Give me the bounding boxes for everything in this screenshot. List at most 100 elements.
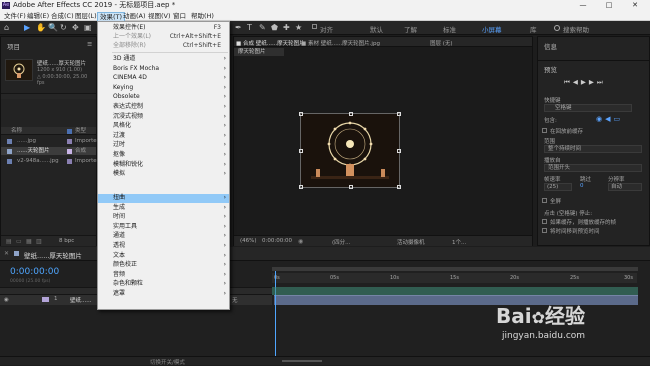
column-type[interactable]: 类型 [75,127,86,135]
project-row[interactable]: ......天轮图片 合成 [1,147,96,155]
type-tool-icon[interactable]: T [247,23,252,32]
menu-item-boris-fx-mocha[interactable]: Boris FX Mocha › [98,65,229,74]
menu-item-stylize[interactable]: 风格化 › [98,122,229,131]
maximize-button[interactable]: □ [598,0,620,11]
hand-tool-icon[interactable]: ✋ [36,23,46,32]
resolution-dropdown[interactable]: 自动 [608,183,642,191]
menu-item-distort[interactable]: 扭曲 › [98,194,229,203]
preview-transport-controls[interactable]: ⏮◀▶▶⏭ [564,78,606,87]
skip-value[interactable]: 0 [580,183,600,191]
timeline-timecode[interactable]: 0:00:00:00 [10,267,59,277]
search-icon[interactable] [554,25,560,31]
brush-tool-icon[interactable]: ✎ [259,23,266,32]
tab-preview[interactable]: 预览 [544,64,557,74]
menu-layer[interactable]: 图层(L) [73,12,99,20]
home-icon[interactable]: ⌂ [4,23,9,32]
menu-item-cinema-4d[interactable]: CINEMA 4D › [98,74,229,83]
composition-viewer-image[interactable] [299,112,401,189]
menu-view[interactable]: 视图(V) [146,12,173,20]
menu-item-simulation[interactable]: 模拟 › [98,170,229,179]
project-row[interactable]: v2-948a......jpg Importe [1,157,97,165]
cache-checkbox[interactable] [542,128,547,133]
current-time-indicator[interactable] [275,271,276,357]
selection-tool-icon[interactable]: ▶ [24,23,30,32]
cached-checkbox[interactable] [542,219,547,224]
menu-item-text[interactable]: 文本 › [98,252,229,261]
clone-stamp-tool-icon[interactable]: ⬟ [271,23,278,32]
label-color-icon[interactable] [42,297,49,302]
close-button[interactable]: ✕ [624,0,646,11]
menu-item-blur-sharpen[interactable]: 模糊和锐化 › [98,161,229,170]
menu-item-audio[interactable]: 音频 › [98,271,229,280]
parent-dropdown[interactable]: 无 [232,296,238,304]
project-search-bar[interactable] [1,93,96,99]
workspace-libraries[interactable]: 库 [530,24,537,34]
new-folder-icon[interactable]: ▭ [16,238,22,245]
menu-item-utility[interactable]: 实用工具 › [98,223,229,232]
menu-item-keying-cn[interactable]: 抠像 › [98,151,229,160]
menu-composition[interactable]: 合成(C) [49,12,76,20]
menu-edit[interactable]: 编辑(E) [25,12,51,20]
layer-name[interactable]: 壁纸...... [70,296,92,304]
layer-handle[interactable] [349,112,353,116]
camera-dropdown[interactable]: 活动摄像机 [397,238,425,246]
delete-icon[interactable]: ▥ [36,238,42,245]
include-toggles[interactable]: ◉◀▭ [596,115,623,123]
move-time-checkbox[interactable] [542,228,547,233]
visibility-icon[interactable]: ◉ [4,297,9,303]
layer-handle[interactable] [299,149,303,153]
pan-behind-tool-icon[interactable]: ▣ [84,23,92,32]
play-from-dropdown[interactable]: 范围开头 [544,164,642,172]
layer-handle[interactable] [397,185,401,189]
resolution-dropdown[interactable]: (四分... [332,238,350,246]
tab-timeline[interactable]: 壁纸......厚天轮图片 [24,250,82,260]
snap-checkbox[interactable] [312,24,317,29]
menu-window[interactable]: 窗口 [171,12,188,20]
layer-handle[interactable] [349,185,353,189]
menu-help[interactable]: 帮助(H) [189,12,216,20]
workspace-small-screen[interactable]: 小屏幕 [482,24,502,34]
layer-handle[interactable] [397,112,401,116]
eraser-tool-icon[interactable]: ✚ [283,23,290,32]
menu-item-keying[interactable]: Keying › [98,84,229,93]
bit-depth-label[interactable]: 8 bpc [59,238,74,244]
view-layout-dropdown[interactable]: 1个... [452,238,466,246]
panel-menu-icon[interactable]: ≡ [87,40,92,48]
layer-handle[interactable] [299,185,303,189]
new-composition-icon[interactable]: ▦ [26,238,32,245]
tab-composition[interactable]: ■ 合成 壁纸......摩天轮图片 [236,39,305,47]
project-row[interactable]: ......jpg Importe [1,137,97,145]
zoom-tool-icon[interactable]: 🔍 [48,23,58,32]
layer-handle[interactable] [397,149,401,153]
search-help-input[interactable]: 搜索帮助 [563,24,589,34]
time-ruler[interactable]: 0s 05s 10s 15s 20s 25s 30s [272,273,637,283]
snapshot-icon[interactable]: ◉ [298,238,303,245]
menu-item-noise-grain[interactable]: 杂色和颗粒 › [98,280,229,289]
layer-handle[interactable] [299,112,303,116]
minimize-button[interactable]: — [572,0,594,11]
menu-item-time[interactable]: 时间 › [98,213,229,222]
menu-animation[interactable]: 动画(A) [121,12,148,20]
work-area-bar[interactable] [272,267,638,271]
subtab-composition[interactable]: 摩天轮图片 [234,48,284,56]
menu-item-perspective[interactable]: 透视 › [98,242,229,251]
tab-footage[interactable]: ■ 素材 壁纸......摩天轮图片.jpg [301,39,380,47]
rotate-tool-icon[interactable]: ↻ [60,23,67,32]
interpret-footage-icon[interactable]: ▤ [6,238,12,245]
move-tool-icon[interactable]: ✥ [72,23,79,32]
menu-item-obsolete[interactable]: Obsolete › [98,93,229,102]
tab-info[interactable]: 信息 [544,41,557,51]
menu-item-remove-all[interactable]: 全部移除(R) Ctrl+Shift+E [98,42,229,51]
tab-layer[interactable]: 图层 (无) [430,39,453,47]
shortcut-dropdown[interactable]: 空格键 [544,104,632,112]
workspace-default[interactable]: 默认 [370,24,383,34]
menu-item-effect-controls[interactable]: 效果控件(E) F3 [98,24,229,33]
pen-tool-icon[interactable]: ✒ [235,23,242,32]
current-time[interactable]: 0:00:00:00 [262,238,292,244]
fullscreen-checkbox[interactable] [542,198,547,203]
menu-item-3d-channel[interactable]: 3D 通道 › [98,55,229,64]
column-name[interactable]: 名称 [11,127,22,135]
menu-item-matte[interactable]: 遮罩 › [98,290,229,299]
menu-item-expression-controls[interactable]: 表达式控制 › [98,103,229,112]
close-tab-icon[interactable]: ✕ [4,250,9,257]
